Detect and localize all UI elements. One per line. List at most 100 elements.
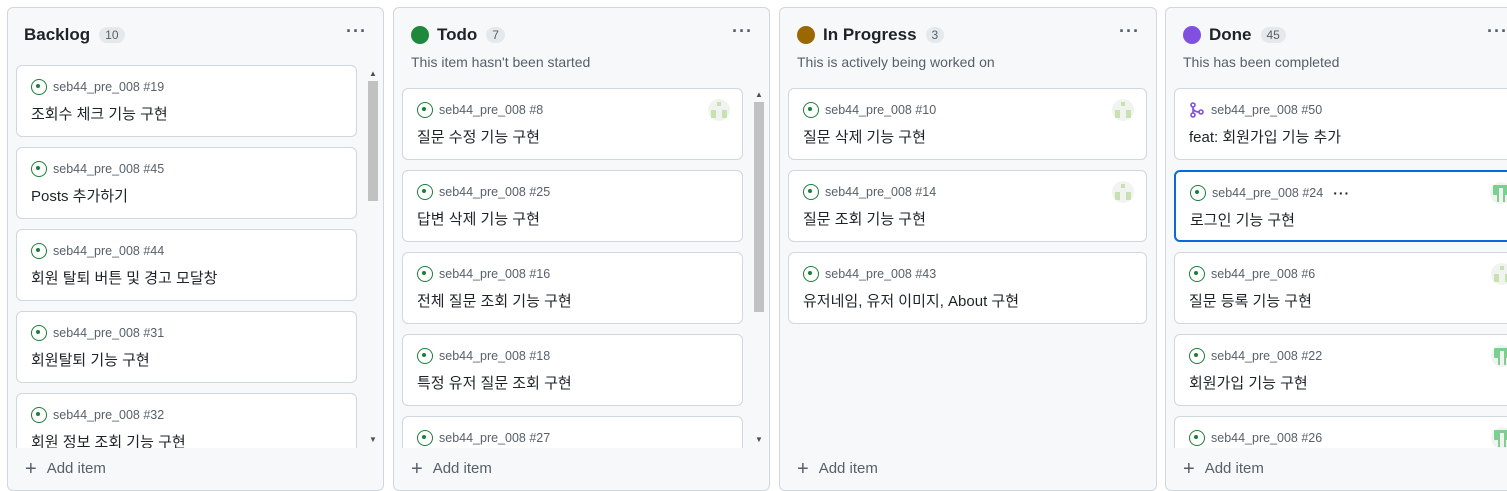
column-title: Done: [1209, 25, 1252, 44]
board-card[interactable]: seb44_pre_008 #8 질문 수정 기능 구현: [402, 88, 743, 160]
card-meta: seb44_pre_008 #27: [417, 429, 728, 447]
column-done: Done 45 ··· This has been completed seb44_pr…: [1165, 7, 1507, 491]
card-list-scrollbar[interactable]: ▲ ▼: [366, 68, 380, 446]
card-title[interactable]: feat: 회원가입 기능 추가: [1189, 126, 1507, 147]
card-reference[interactable]: seb44_pre_008 #22: [1211, 349, 1322, 363]
card-title[interactable]: 답변 삭제 기능 구현: [417, 208, 728, 229]
board-card[interactable]: seb44_pre_008 #22 회원가입 기능 구현: [1174, 334, 1507, 406]
column-menu-button[interactable]: ···: [732, 22, 753, 40]
board-card[interactable]: seb44_pre_008 #45 Posts 추가하기: [16, 147, 357, 219]
card-reference[interactable]: seb44_pre_008 #50: [1211, 103, 1322, 117]
add-item-button[interactable]: + Add item: [25, 459, 106, 479]
issue-open-icon: [417, 184, 433, 200]
card-meta: seb44_pre_008 #8: [417, 101, 728, 119]
card-meta: seb44_pre_008 #50: [1189, 101, 1507, 119]
status-dot-icon: [411, 26, 429, 44]
issue-open-icon: [1190, 185, 1206, 201]
card-reference[interactable]: seb44_pre_008 #6: [1211, 267, 1315, 281]
column-menu-button[interactable]: ···: [346, 22, 367, 40]
card-meta: seb44_pre_008 #25: [417, 183, 728, 201]
assignee-avatar[interactable]: [1491, 263, 1507, 285]
card-title[interactable]: 전체 질문 조회 기능 구현: [417, 290, 728, 311]
card-title[interactable]: 로그인 기능 구현: [1190, 209, 1507, 230]
add-item-label: Add item: [1204, 460, 1264, 477]
assignee-avatar[interactable]: [1112, 99, 1134, 121]
add-item-label: Add item: [818, 460, 878, 477]
card-reference[interactable]: seb44_pre_008 #43: [825, 267, 936, 281]
card-meta: seb44_pre_008 #31: [31, 324, 342, 342]
card-menu-button[interactable]: ···: [1333, 185, 1350, 201]
card-meta: seb44_pre_008 #32: [31, 406, 342, 424]
card-meta: seb44_pre_008 #14: [803, 183, 1132, 201]
issue-open-icon: [417, 266, 433, 282]
board-card[interactable]: seb44_pre_008 #25 답변 삭제 기능 구현: [402, 170, 743, 242]
board-card[interactable]: seb44_pre_008 #43 유저네임, 유저 이미지, About 구현: [788, 252, 1147, 324]
card-reference[interactable]: seb44_pre_008 #32: [53, 408, 164, 422]
add-item-button[interactable]: + Add item: [1183, 457, 1264, 480]
scrollbar-thumb[interactable]: [368, 81, 378, 201]
card-title[interactable]: Posts 추가하기: [31, 185, 342, 206]
column-menu-button[interactable]: ···: [1119, 22, 1140, 40]
assignee-avatar[interactable]: [1491, 345, 1507, 367]
board-card[interactable]: seb44_pre_008 #16 전체 질문 조회 기능 구현: [402, 252, 743, 324]
card-reference[interactable]: seb44_pre_008 #19: [53, 80, 164, 94]
card-title[interactable]: 회원 탈퇴 버튼 및 경고 모달창: [31, 267, 342, 288]
card-reference[interactable]: seb44_pre_008 #8: [439, 103, 543, 117]
column-title: Backlog: [24, 25, 91, 44]
card-reference[interactable]: seb44_pre_008 #27: [439, 431, 550, 445]
board-card[interactable]: seb44_pre_008 #44 회원 탈퇴 버튼 및 경고 모달창: [16, 229, 357, 301]
card-title[interactable]: 회원탈퇴 기능 구현: [31, 349, 342, 370]
card-list-scrollbar[interactable]: ▲ ▼: [752, 89, 766, 446]
board-card[interactable]: seb44_pre_008 #14 질문 조회 기능 구현: [788, 170, 1147, 242]
scroll-down-arrow-icon[interactable]: ▼: [752, 434, 766, 446]
card-reference[interactable]: seb44_pre_008 #44: [53, 244, 164, 258]
card-title[interactable]: 질문 등록 기능 구현: [1189, 290, 1507, 311]
scroll-up-arrow-icon[interactable]: ▲: [752, 89, 766, 101]
card-reference[interactable]: seb44_pre_008 #26: [1211, 431, 1322, 445]
card-title[interactable]: 조회수 체크 기능 구현: [31, 103, 342, 124]
assignee-avatar[interactable]: [708, 99, 730, 121]
scrollbar-thumb[interactable]: [754, 102, 764, 312]
card-reference[interactable]: seb44_pre_008 #45: [53, 162, 164, 176]
board-card[interactable]: seb44_pre_008 #27: [402, 416, 743, 448]
card-reference[interactable]: seb44_pre_008 #10: [825, 103, 936, 117]
board-card[interactable]: seb44_pre_008 #24 ··· 로그인 기능 구현: [1174, 170, 1507, 242]
card-title[interactable]: 회원 정보 조회 기능 구현: [31, 431, 342, 448]
card-meta: seb44_pre_008 #19: [31, 78, 342, 96]
board-card[interactable]: seb44_pre_008 #50 feat: 회원가입 기능 추가: [1174, 88, 1507, 160]
card-reference[interactable]: seb44_pre_008 #31: [53, 326, 164, 340]
assignee-avatar[interactable]: [1112, 181, 1134, 203]
assignee-avatar[interactable]: [1490, 182, 1507, 204]
card-title[interactable]: 유저네임, 유저 이미지, About 구현: [803, 290, 1132, 311]
card-title[interactable]: 질문 조회 기능 구현: [803, 208, 1132, 229]
board-card[interactable]: seb44_pre_008 #18 특정 유저 질문 조회 구현: [402, 334, 743, 406]
scroll-up-arrow-icon[interactable]: ▲: [366, 68, 380, 80]
card-title[interactable]: 특정 유저 질문 조회 구현: [417, 372, 728, 393]
card-reference[interactable]: seb44_pre_008 #16: [439, 267, 550, 281]
card-reference[interactable]: seb44_pre_008 #14: [825, 185, 936, 199]
board-card[interactable]: seb44_pre_008 #6 질문 등록 기능 구현: [1174, 252, 1507, 324]
column-menu-button[interactable]: ···: [1487, 22, 1507, 40]
card-reference[interactable]: seb44_pre_008 #24: [1212, 186, 1323, 200]
scroll-down-arrow-icon[interactable]: ▼: [366, 434, 380, 446]
assignee-avatar[interactable]: [1491, 427, 1507, 448]
card-title[interactable]: 질문 삭제 기능 구현: [803, 126, 1132, 147]
board-card[interactable]: seb44_pre_008 #31 회원탈퇴 기능 구현: [16, 311, 357, 383]
card-reference[interactable]: seb44_pre_008 #25: [439, 185, 550, 199]
card-title[interactable]: 회원가입 기능 구현: [1189, 372, 1507, 393]
card-meta: seb44_pre_008 #44: [31, 242, 342, 260]
add-item-button[interactable]: + Add item: [411, 459, 492, 479]
board-card[interactable]: seb44_pre_008 #10 질문 삭제 기능 구현: [788, 88, 1147, 160]
plus-icon: +: [1183, 457, 1195, 480]
board-card[interactable]: seb44_pre_008 #26: [1174, 416, 1507, 448]
card-reference[interactable]: seb44_pre_008 #18: [439, 349, 550, 363]
column-description: This is actively being worked on: [797, 54, 995, 70]
card-title[interactable]: 질문 수정 기능 구현: [417, 126, 728, 147]
column-title: In Progress: [823, 25, 917, 44]
add-item-button[interactable]: + Add item: [797, 457, 878, 480]
board-card[interactable]: seb44_pre_008 #19 조회수 체크 기능 구현: [16, 65, 357, 137]
board-card[interactable]: seb44_pre_008 #32 회원 정보 조회 기능 구현: [16, 393, 357, 448]
status-dot-icon: [797, 26, 815, 44]
item-count-badge: 3: [925, 27, 945, 43]
plus-icon: +: [797, 457, 809, 480]
